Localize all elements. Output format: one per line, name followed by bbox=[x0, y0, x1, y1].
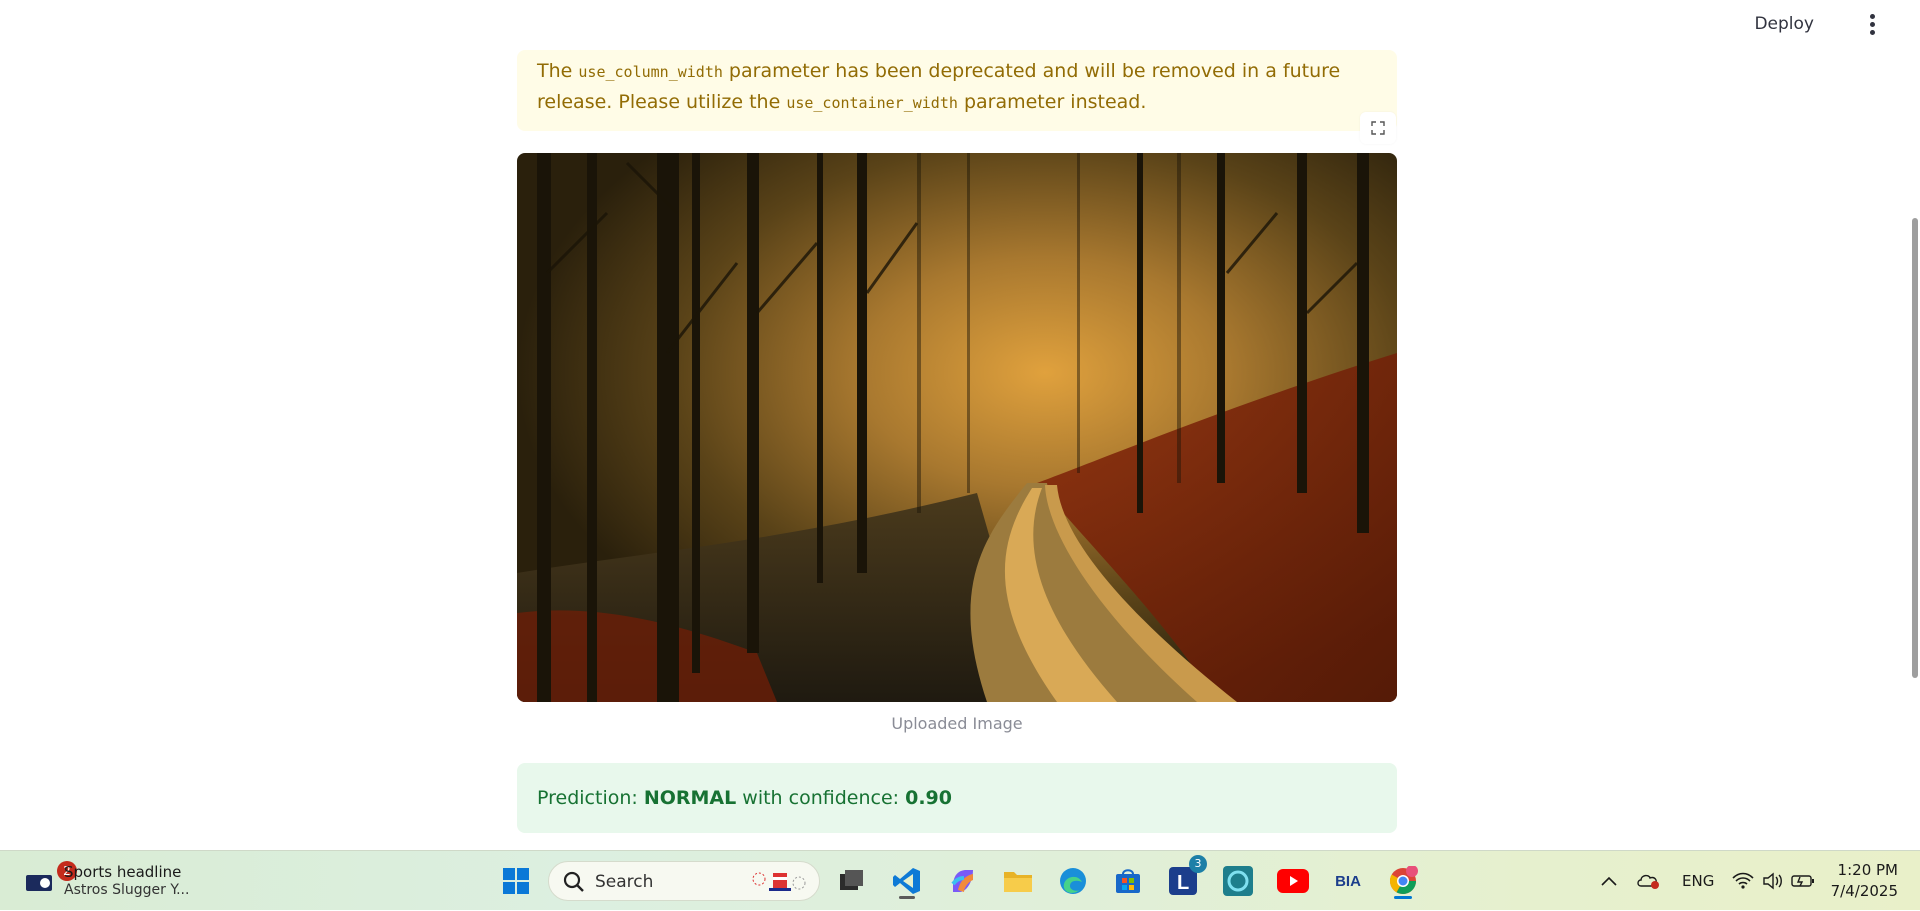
warning-text-1: The bbox=[537, 60, 579, 82]
chrome-running-indicator bbox=[1394, 896, 1412, 899]
deploy-button[interactable]: Deploy bbox=[1754, 14, 1814, 34]
search-label: Search bbox=[595, 872, 654, 892]
prediction-confidence: 0.90 bbox=[905, 787, 952, 809]
l-app-icon[interactable]: L 3 bbox=[1163, 855, 1207, 901]
task-view-icon[interactable] bbox=[831, 861, 871, 901]
news-title: Sports headline bbox=[64, 863, 182, 881]
svg-text:L: L bbox=[1177, 872, 1189, 894]
store-icon[interactable] bbox=[1108, 861, 1148, 901]
onedrive-sync-icon[interactable] bbox=[1629, 861, 1669, 901]
warning-code-2: use_container_width bbox=[786, 94, 958, 112]
image-caption: Uploaded Image bbox=[891, 714, 1023, 733]
bia-label: BIA bbox=[1335, 872, 1361, 890]
scrollbar-thumb[interactable] bbox=[1912, 218, 1918, 678]
baseball-icon bbox=[26, 875, 52, 891]
clock-time: 1:20 PM bbox=[1837, 861, 1898, 879]
uploaded-image bbox=[517, 153, 1397, 702]
prediction-label: NORMAL bbox=[643, 787, 737, 809]
news-widget[interactable]: 2 Sports headline Astros Slugger Y... bbox=[20, 859, 200, 903]
deprecation-warning: The use_column_width parameter has been … bbox=[517, 50, 1397, 131]
clock-date: 7/4/2025 bbox=[1830, 882, 1898, 900]
news-subtitle: Astros Slugger Y... bbox=[64, 882, 190, 898]
language-indicator[interactable]: ENG bbox=[1682, 851, 1714, 911]
vscode-icon[interactable] bbox=[887, 861, 927, 901]
edge-icon[interactable] bbox=[1053, 861, 1093, 901]
search-icon bbox=[563, 871, 584, 892]
taskbar: 2 Sports headline Astros Slugger Y... Se… bbox=[0, 850, 1920, 910]
warning-code-1: use_column_width bbox=[578, 63, 723, 81]
alexa-icon[interactable] bbox=[1218, 861, 1258, 901]
fullscreen-icon[interactable] bbox=[1360, 112, 1396, 144]
fireworks-hat-icon bbox=[752, 872, 806, 891]
l-app-badge: 3 bbox=[1189, 855, 1207, 873]
vscode-running-indicator bbox=[899, 896, 915, 899]
battery-icon[interactable] bbox=[1783, 861, 1823, 901]
scrollbar-track[interactable] bbox=[1912, 0, 1920, 850]
chrome-icon[interactable] bbox=[1383, 861, 1423, 901]
copilot-icon[interactable] bbox=[943, 861, 983, 901]
more-vertical-icon[interactable] bbox=[1866, 14, 1878, 38]
chevron-up-icon[interactable] bbox=[1589, 861, 1629, 901]
taskbar-search[interactable]: Search bbox=[548, 861, 820, 901]
bia-icon[interactable]: BIA bbox=[1328, 861, 1368, 901]
streamlit-app: Deploy The use_column_width parameter ha… bbox=[0, 0, 1920, 850]
prediction-prefix: Prediction: bbox=[537, 787, 644, 809]
file-explorer-icon[interactable] bbox=[998, 861, 1038, 901]
warning-text-3: parameter instead. bbox=[957, 91, 1147, 113]
start-icon[interactable] bbox=[496, 861, 536, 901]
prediction-middle: with confidence: bbox=[736, 787, 906, 809]
youtube-icon[interactable] bbox=[1273, 861, 1313, 901]
prediction-result: Prediction: NORMAL with confidence: 0.90 bbox=[517, 763, 1397, 833]
clock[interactable]: 1:20 PM 7/4/2025 bbox=[1831, 860, 1898, 902]
